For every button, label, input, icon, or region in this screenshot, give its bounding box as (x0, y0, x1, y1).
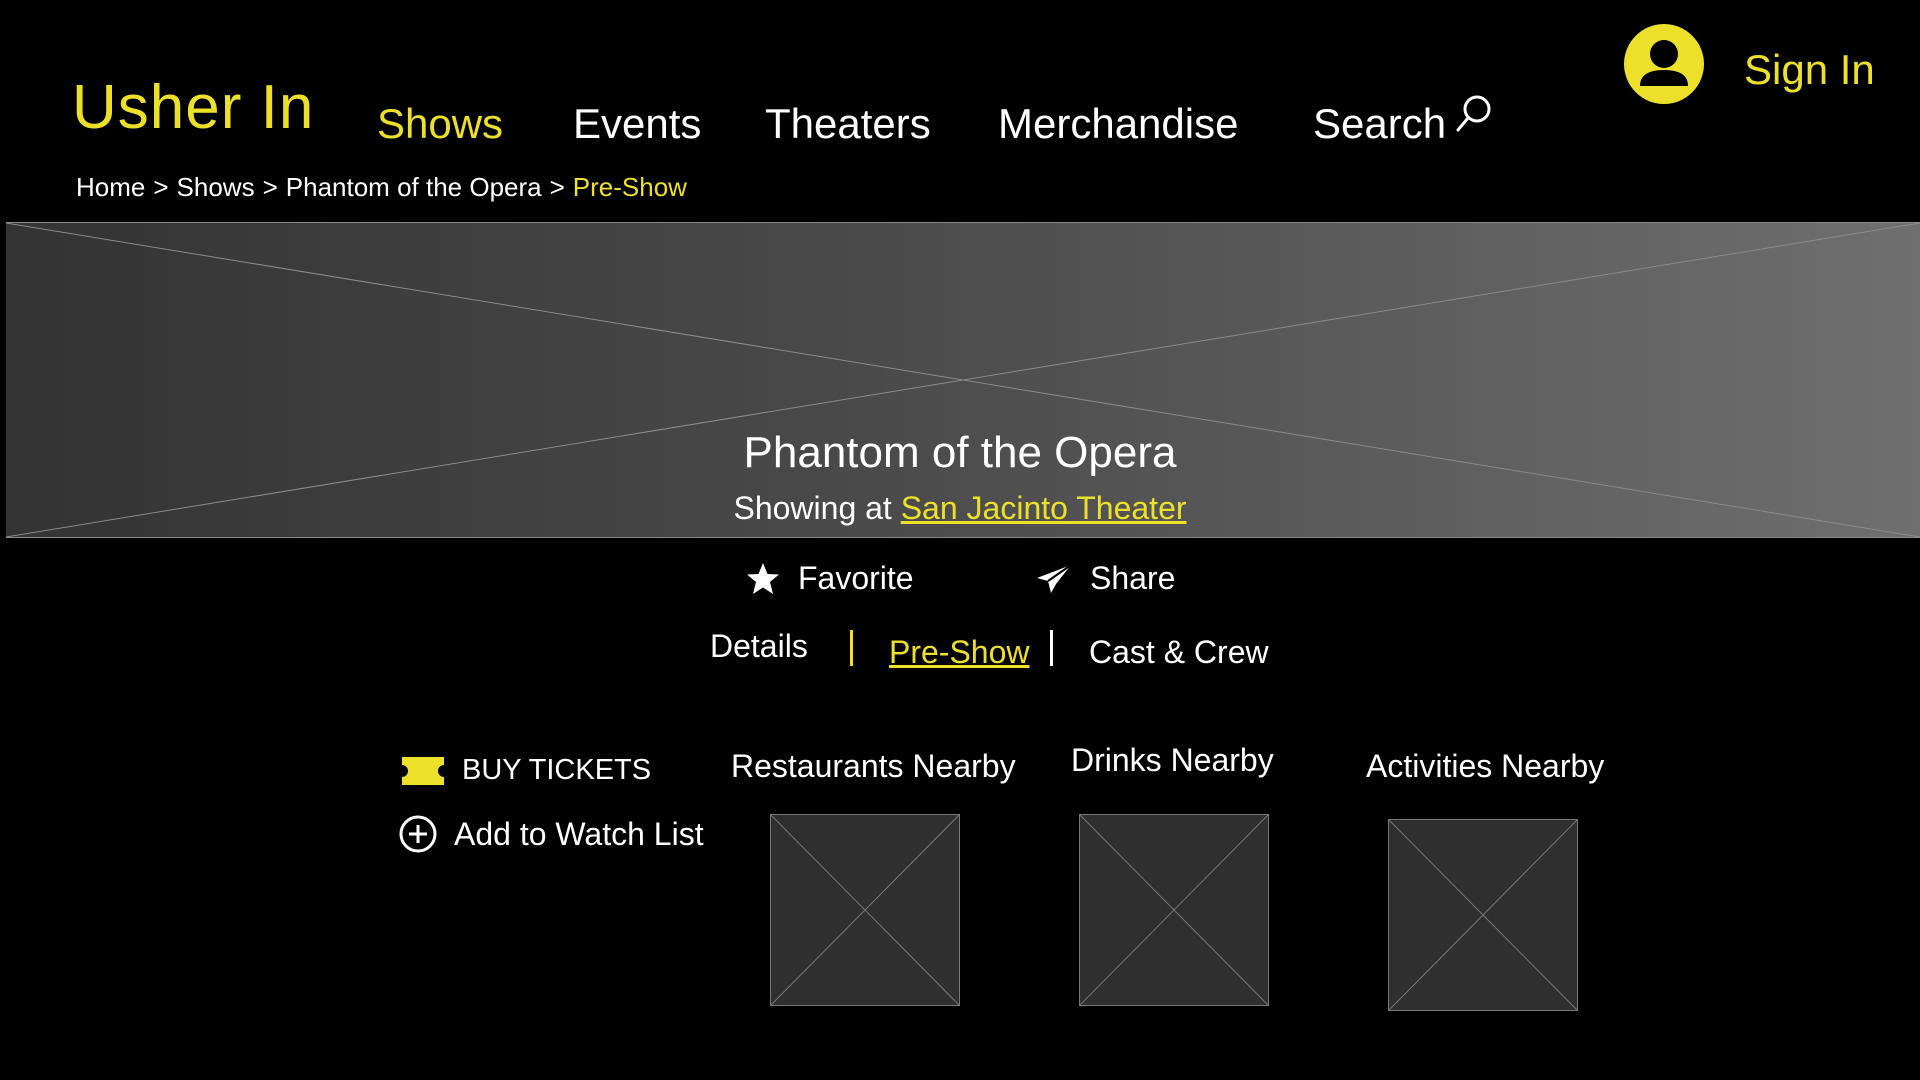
placeholder-cross (771, 815, 959, 1005)
logo[interactable]: Usher In (72, 72, 314, 143)
paper-plane-icon (1037, 563, 1072, 593)
breadcrumb: Home > Shows > Phantom of the Opera > Pre-Show (76, 172, 687, 203)
showing-at-line: Showing at San Jacinto Theater (0, 490, 1920, 527)
add-to-watch-list-button[interactable]: Add to Watch List (398, 814, 704, 854)
tab-pre-show[interactable]: Pre-Show (889, 634, 1030, 671)
star-icon (747, 562, 779, 594)
breadcrumb-separator: > (153, 172, 169, 202)
tab-cast-crew[interactable]: Cast & Crew (1089, 634, 1269, 671)
share-label: Share (1090, 560, 1176, 596)
watch-list-label: Add to Watch List (454, 815, 704, 852)
theater-link[interactable]: San Jacinto Theater (901, 490, 1187, 526)
breadcrumb-shows[interactable]: Shows (177, 172, 255, 202)
placeholder-cross (1389, 820, 1577, 1010)
tab-divider (850, 630, 853, 666)
show-title: Phantom of the Opera (743, 428, 1177, 477)
activities-nearby-title: Activities Nearby (1366, 748, 1605, 784)
activities-nearby-image[interactable] (1388, 819, 1578, 1011)
breadcrumb-separator: > (549, 172, 565, 202)
search-icon[interactable] (1455, 94, 1493, 134)
breadcrumb-separator: > (262, 172, 278, 202)
share-button[interactable]: Share (1036, 560, 1175, 597)
ticket-icon (402, 756, 444, 785)
nav-search[interactable]: Search (1313, 100, 1446, 148)
restaurants-nearby-title: Restaurants Nearby (731, 748, 1016, 784)
tab-details[interactable]: Details (710, 628, 808, 665)
nav-merchandise[interactable]: Merchandise (998, 100, 1238, 148)
user-avatar-icon[interactable] (1624, 24, 1704, 104)
favorite-button[interactable]: Favorite (746, 560, 914, 597)
breadcrumb-show[interactable]: Phantom of the Opera (286, 172, 542, 202)
breadcrumb-current: Pre-Show (572, 172, 687, 202)
drinks-nearby-title: Drinks Nearby (1071, 742, 1274, 778)
nav-shows[interactable]: Shows (377, 100, 503, 148)
buy-tickets-button[interactable]: BUY TICKETS (402, 754, 651, 787)
buy-tickets-label: BUY TICKETS (462, 754, 652, 786)
nav-events[interactable]: Events (573, 100, 701, 148)
nav-theaters[interactable]: Theaters (765, 100, 931, 148)
plus-circle-icon (399, 815, 437, 853)
sign-in-link[interactable]: Sign In (1744, 46, 1875, 94)
breadcrumb-home[interactable]: Home (76, 172, 145, 202)
favorite-label: Favorite (798, 560, 914, 596)
drinks-nearby-image[interactable] (1079, 814, 1269, 1006)
showing-at-label: Showing at (733, 490, 892, 526)
placeholder-cross (1080, 815, 1268, 1005)
restaurants-nearby-image[interactable] (770, 814, 960, 1006)
tab-divider (1050, 630, 1053, 666)
